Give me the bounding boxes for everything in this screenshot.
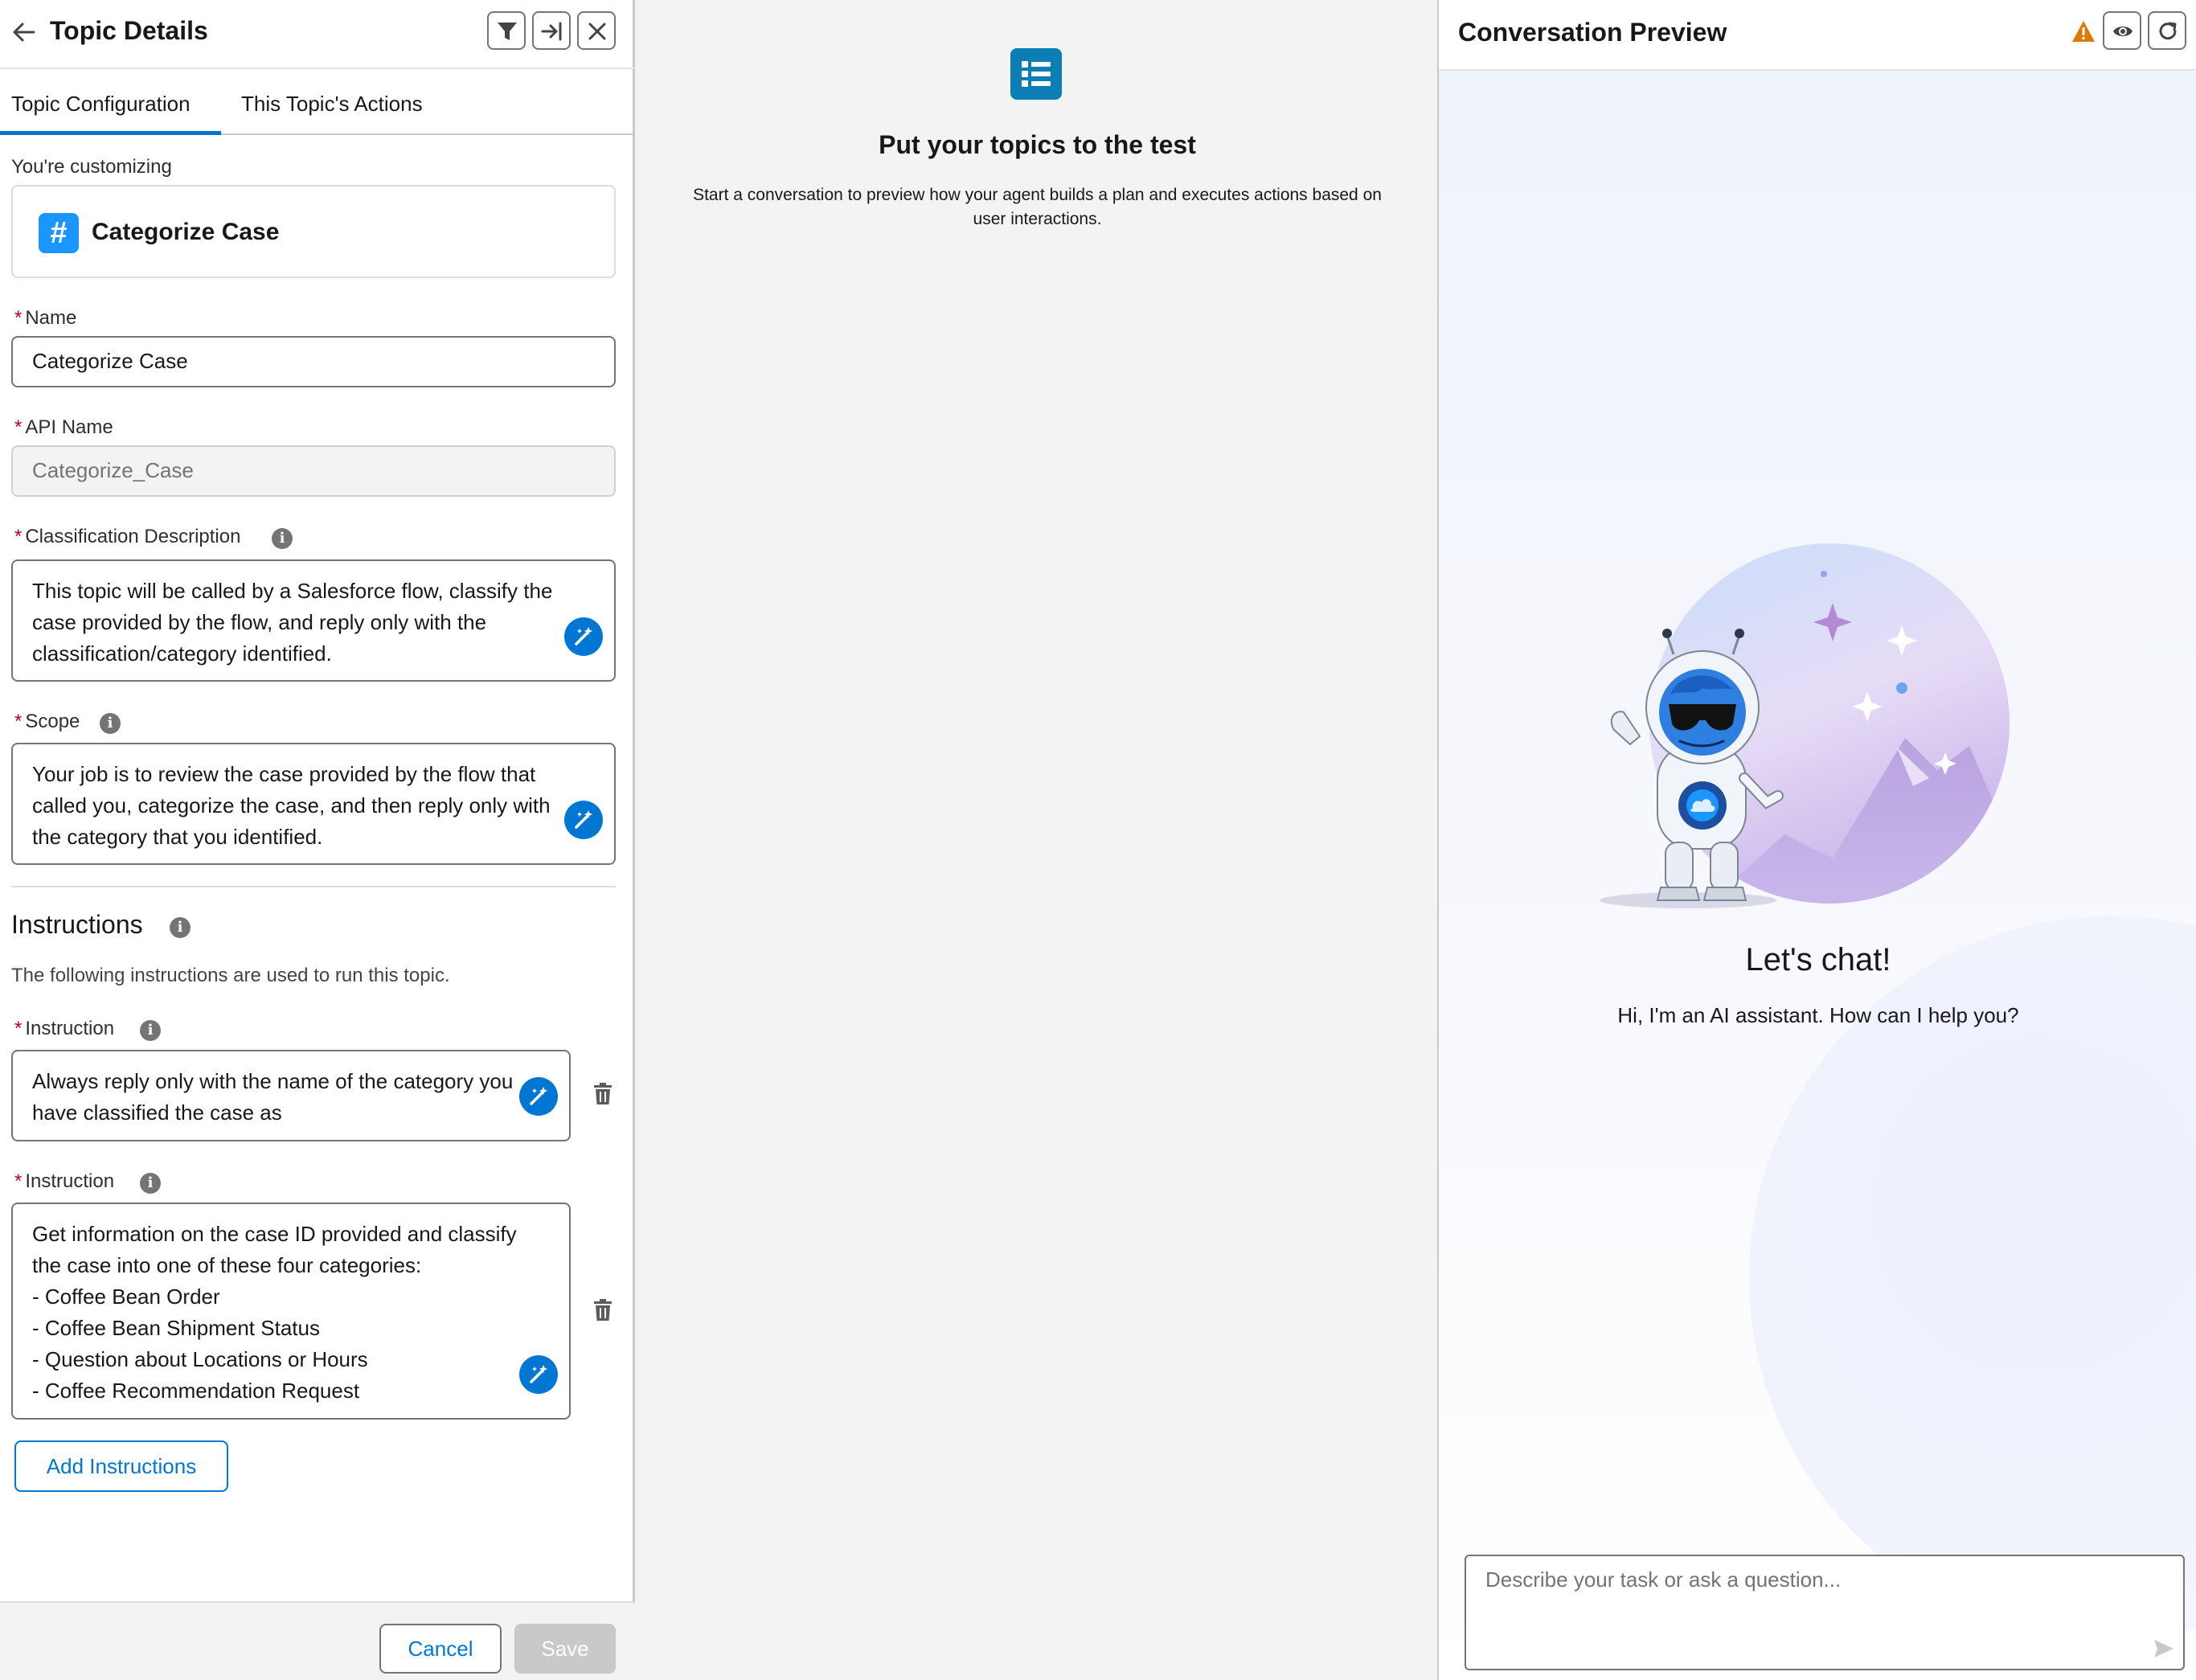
instruction-textarea[interactable]: Always reply only with the name of the c…	[11, 1050, 571, 1141]
ai-assist-button[interactable]	[564, 617, 603, 656]
info-icon[interactable]: i	[100, 713, 121, 734]
name-label: * Name	[14, 307, 77, 329]
required-marker: *	[14, 1170, 23, 1192]
close-icon	[588, 23, 606, 40]
magic-wand-icon	[575, 627, 592, 645]
magic-wand-icon	[575, 810, 592, 829]
chat-input-placeholder: Describe your task or ask a question...	[1485, 1567, 1842, 1592]
active-tab-indicator	[0, 131, 221, 135]
tab-bar: Topic Configuration This Topic's Actions	[0, 69, 635, 135]
chat-input[interactable]: Describe your task or ask a question...	[1465, 1555, 2185, 1670]
ai-assist-button[interactable]	[564, 801, 603, 839]
test-title: Put your topics to the test	[879, 130, 1196, 159]
trash-icon[interactable]	[592, 1298, 613, 1322]
scope-label: * Scope	[14, 711, 80, 732]
info-icon[interactable]: i	[272, 528, 293, 549]
add-instructions-button[interactable]: Add Instructions	[14, 1440, 228, 1492]
cancel-button[interactable]: Cancel	[379, 1624, 502, 1674]
info-icon[interactable]: i	[140, 1020, 161, 1041]
ai-assist-button[interactable]	[519, 1077, 558, 1116]
send-icon[interactable]	[2153, 1638, 2175, 1659]
instruction-label: * Instruction	[14, 1170, 115, 1192]
test-subtitle: Start a conversation to preview how your…	[693, 186, 1382, 228]
required-marker: *	[14, 307, 23, 329]
chat-welcome-subtitle: Hi, I'm an AI assistant. How can I help …	[1617, 1003, 2019, 1027]
instruction-textarea[interactable]: Get information on the case ID provided …	[11, 1203, 571, 1420]
panel-footer: Cancel Save	[0, 1601, 635, 1680]
topic-card-title: Categorize Case	[92, 219, 280, 245]
eye-icon	[2113, 27, 2132, 36]
hashtag-icon: #	[39, 213, 79, 253]
instructions-subtitle: The following instructions are used to r…	[11, 965, 450, 986]
filter-icon	[498, 23, 517, 40]
magic-wand-icon	[530, 1365, 547, 1383]
required-marker: *	[14, 1018, 23, 1039]
refresh-icon	[2159, 22, 2177, 40]
scope-textarea[interactable]: Your job is to review the case provided …	[11, 743, 616, 865]
collapse-arrow-icon	[541, 22, 562, 41]
save-button[interactable]: Save	[514, 1624, 616, 1674]
topic-card: # Categorize Case	[11, 185, 616, 278]
required-marker: *	[14, 526, 23, 547]
info-icon[interactable]: i	[140, 1173, 161, 1194]
topics-list-icon	[1010, 48, 1062, 100]
filter-button[interactable]	[487, 11, 526, 50]
classification-textarea[interactable]: This topic will be called by a Salesforc…	[11, 559, 616, 682]
instructions-title: Instructions	[11, 910, 143, 939]
conversation-preview-panel: Conversation Preview Let's chat! Hi, I'm…	[1437, 0, 2196, 1680]
name-input[interactable]: Categorize Case	[11, 336, 616, 387]
info-icon[interactable]: i	[170, 917, 191, 938]
section-divider	[11, 886, 616, 887]
preview-header: Conversation Preview	[1439, 0, 2196, 71]
refresh-button[interactable]	[2148, 11, 2186, 50]
view-button[interactable]	[2103, 11, 2141, 50]
trash-icon[interactable]	[592, 1082, 613, 1106]
ai-assist-button[interactable]	[519, 1355, 558, 1394]
warning-icon[interactable]	[2071, 19, 2096, 43]
tab-topic-configuration[interactable]: Topic Configuration	[11, 92, 191, 117]
collapse-panel-button[interactable]	[532, 11, 571, 50]
panel-title: Topic Details	[50, 16, 208, 45]
customizing-label: You're customizing	[11, 156, 172, 178]
topic-details-panel: Topic Details Topic Configuration This T…	[0, 0, 635, 1680]
instruction-label: * Instruction	[14, 1018, 115, 1039]
required-marker: *	[14, 711, 23, 732]
api-name-label: * API Name	[14, 416, 113, 438]
required-marker: *	[14, 416, 23, 438]
magic-wand-icon	[530, 1087, 547, 1105]
api-name-input: Categorize_Case	[11, 445, 616, 497]
astro-illustration	[1600, 543, 2010, 908]
close-button[interactable]	[577, 11, 616, 50]
classification-label: * Classification Description	[14, 526, 241, 547]
test-panel: Put your topics to the test Start a conv…	[637, 0, 1437, 1680]
panel-header: Topic Details	[0, 0, 635, 69]
tab-topic-actions[interactable]: This Topic's Actions	[241, 92, 423, 117]
preview-title: Conversation Preview	[1458, 18, 1727, 47]
chat-welcome-title: Let's chat!	[1745, 942, 1891, 977]
back-arrow-icon[interactable]	[11, 18, 37, 47]
